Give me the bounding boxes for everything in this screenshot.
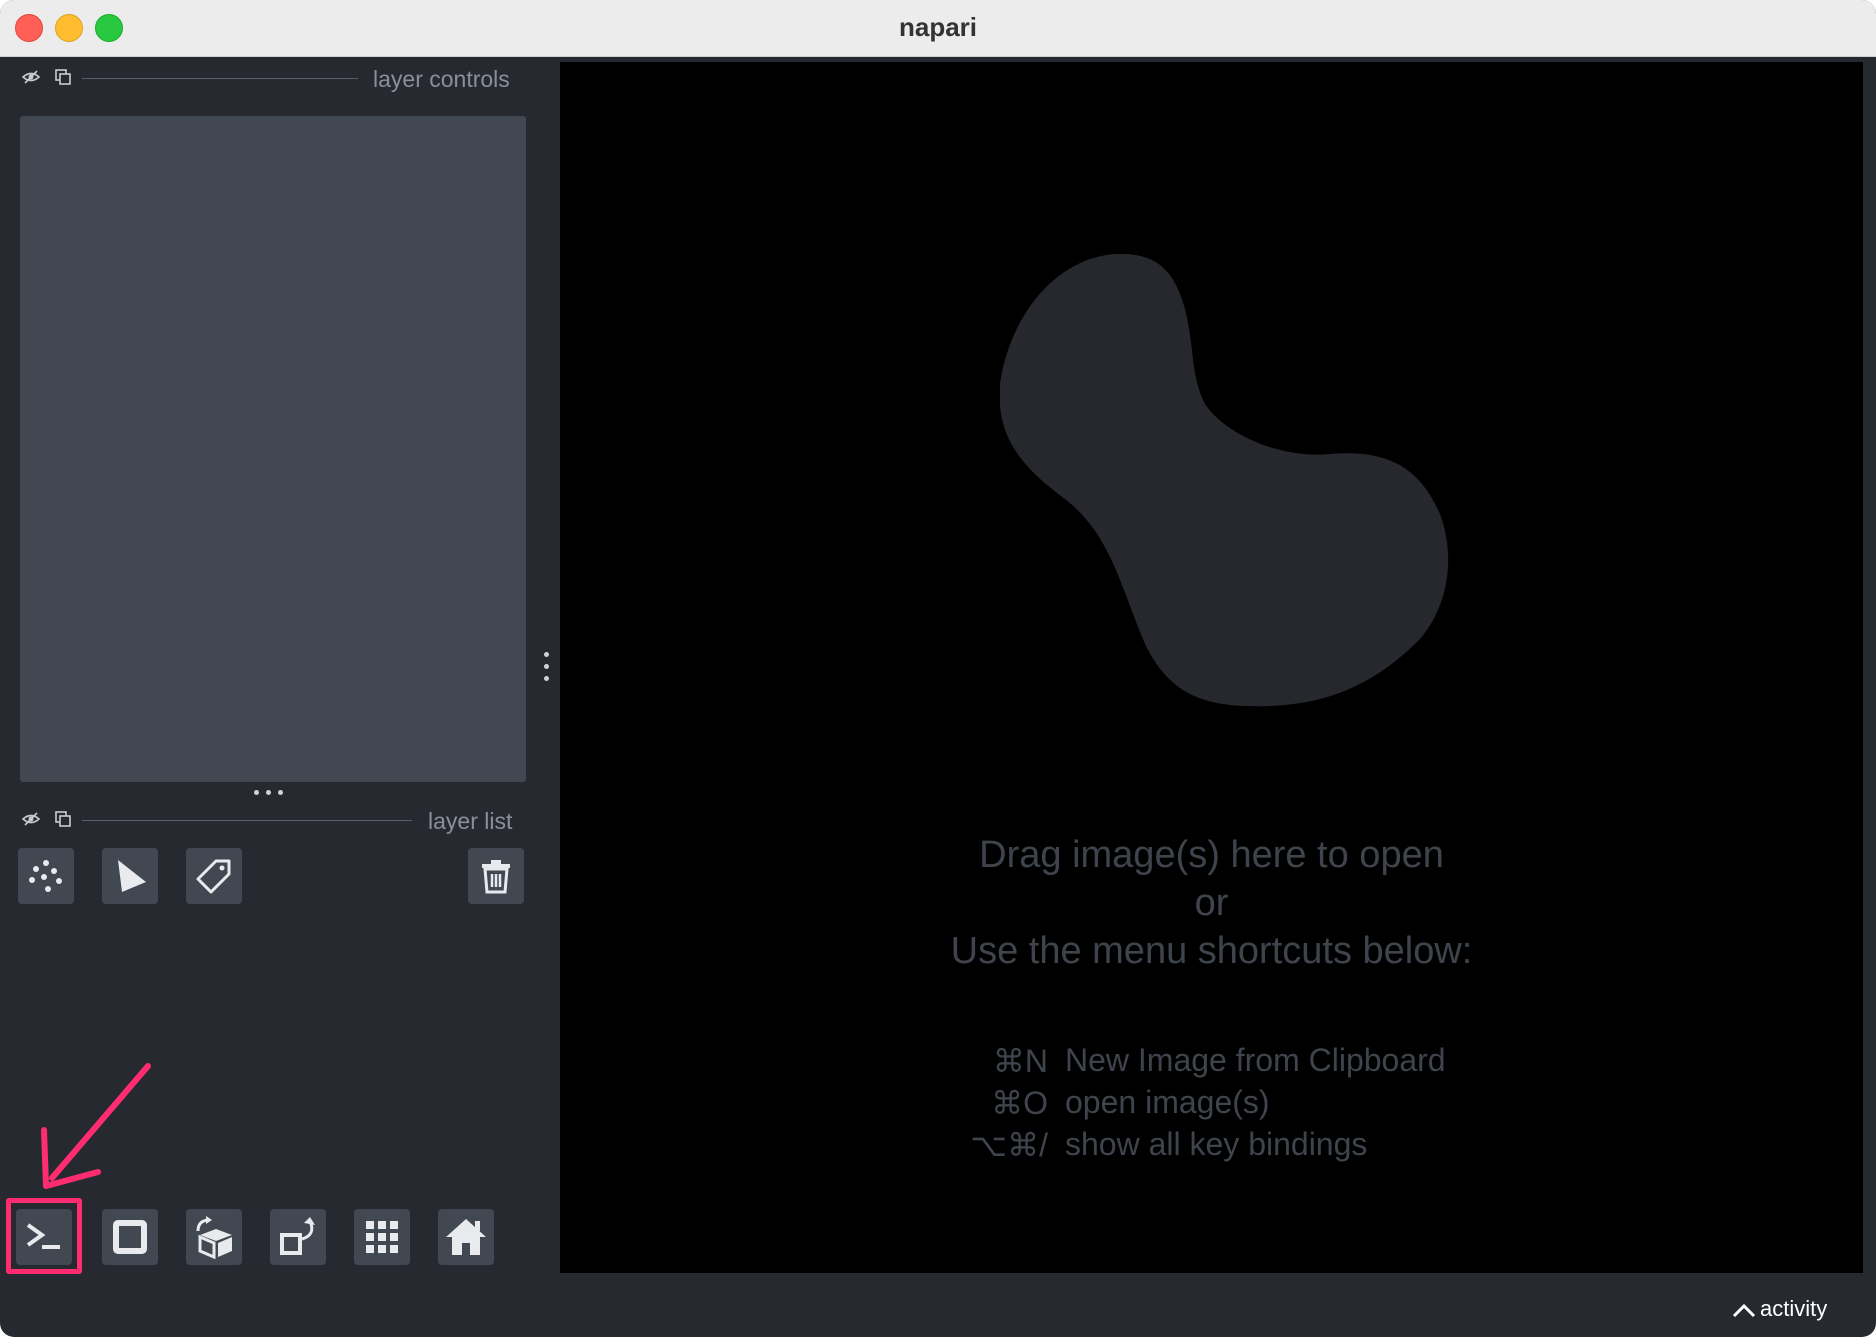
new-labels-layer-button[interactable] xyxy=(186,848,242,904)
header-divider xyxy=(82,820,412,821)
shortcut-key: ⌥⌘/ xyxy=(970,1127,1048,1163)
header-divider xyxy=(82,78,358,79)
float-panel-icon[interactable] xyxy=(54,810,72,828)
delete-layer-button[interactable] xyxy=(468,848,524,904)
shortcut-text: open image(s) xyxy=(1065,1084,1270,1120)
shortcut-key: ⌘O xyxy=(991,1085,1048,1121)
layer-list-label: layer list xyxy=(428,808,513,834)
layer-controls-panel xyxy=(20,116,526,782)
welcome-line-3: Use the menu shortcuts below: xyxy=(950,930,1473,972)
welcome-line-1: Drag image(s) here to open xyxy=(979,834,1444,876)
highlight-box xyxy=(6,1198,82,1274)
viewer-canvas[interactable]: Drag image(s) here to open or Use the me… xyxy=(560,62,1863,1273)
activity-label: activity xyxy=(1760,1296,1828,1321)
home-icon xyxy=(446,1219,486,1255)
home-button[interactable] xyxy=(438,1209,494,1265)
splitter-handle-vertical[interactable] xyxy=(543,652,551,684)
layer-controls-label: layer controls xyxy=(373,66,510,92)
shortcut-key: ⌘N xyxy=(992,1043,1048,1079)
float-panel-icon[interactable] xyxy=(54,68,72,86)
new-points-layer-button[interactable] xyxy=(18,848,74,904)
hide-eye-icon[interactable] xyxy=(22,68,40,86)
welcome-line-2: or xyxy=(1194,882,1229,924)
roll-dims-button[interactable] xyxy=(186,1209,242,1265)
ndisplay-button[interactable] xyxy=(102,1209,158,1265)
hide-eye-icon[interactable] xyxy=(22,810,40,828)
cube-rotate-icon xyxy=(196,1216,232,1259)
annotation-arrow-icon xyxy=(41,1063,151,1189)
layer-controls-header: layer controls xyxy=(18,66,518,92)
activity-toggle[interactable]: activity xyxy=(1730,1296,1860,1326)
new-shapes-layer-button[interactable] xyxy=(102,848,158,904)
shortcut-text: New Image from Clipboard xyxy=(1065,1042,1446,1078)
transpose-dims-button[interactable] xyxy=(270,1209,326,1265)
shortcut-text: show all key bindings xyxy=(1065,1126,1368,1162)
title-bar: napari xyxy=(0,0,1876,57)
trash-icon xyxy=(482,860,510,894)
shapes-icon xyxy=(118,860,146,892)
napari-logo-icon xyxy=(1000,254,1449,707)
layer-list-header: layer list xyxy=(18,808,518,834)
window-title: napari xyxy=(898,12,978,42)
splitter-handle-horizontal[interactable] xyxy=(254,788,286,796)
labels-icon xyxy=(196,859,231,894)
square-icon xyxy=(113,1220,147,1254)
points-icon xyxy=(29,860,62,892)
grid-icon xyxy=(366,1221,398,1253)
transpose-icon xyxy=(280,1217,315,1255)
grid-view-button[interactable] xyxy=(354,1209,410,1265)
chevron-up-icon xyxy=(1732,1303,1756,1318)
napari-window: napari layer controls layer list Drag im… xyxy=(0,0,1876,1337)
